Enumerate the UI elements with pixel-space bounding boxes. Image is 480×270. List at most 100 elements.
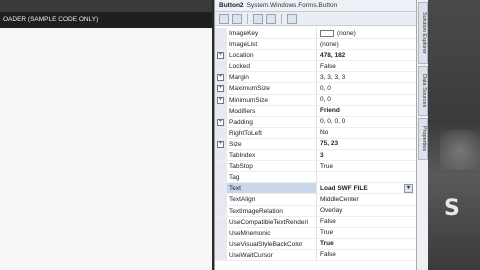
property-value[interactable]: 0, 0, 0, 0 bbox=[317, 117, 416, 127]
form-client-area[interactable] bbox=[0, 28, 212, 270]
property-gutter bbox=[215, 61, 227, 72]
property-value[interactable]: MiddleCenter bbox=[317, 194, 416, 204]
property-gutter: + bbox=[215, 116, 227, 127]
property-gutter bbox=[215, 194, 227, 205]
property-value[interactable]: 0, 0 bbox=[317, 95, 416, 105]
property-gutter bbox=[215, 249, 227, 260]
property-value[interactable]: 75, 23 bbox=[317, 139, 416, 149]
property-value[interactable] bbox=[317, 172, 416, 182]
expand-icon[interactable]: + bbox=[217, 74, 224, 82]
property-name: UseMnemonic bbox=[227, 227, 317, 238]
expand-icon[interactable]: + bbox=[217, 140, 224, 148]
desktop-background: S bbox=[428, 0, 480, 270]
property-name: Location bbox=[227, 50, 317, 61]
property-value[interactable]: False bbox=[317, 250, 416, 260]
property-row[interactable]: TabIndex 3 bbox=[215, 150, 416, 162]
alphabetical-icon[interactable] bbox=[232, 13, 242, 24]
property-value[interactable]: 0, 0 bbox=[317, 83, 416, 93]
property-row[interactable]: UseVisualStyleBackColor True bbox=[215, 238, 416, 250]
property-value[interactable]: False bbox=[317, 217, 416, 227]
object-selector[interactable]: Button2 System.Windows.Forms.Button bbox=[215, 0, 416, 12]
object-name: Button2 bbox=[219, 2, 244, 9]
property-name: Text bbox=[227, 183, 317, 194]
properties-window: Button2 System.Windows.Forms.Button Imag… bbox=[214, 0, 416, 270]
dock-tab-data-sources[interactable]: Data Sources bbox=[418, 66, 428, 116]
property-value-text: 0, 0 bbox=[320, 96, 331, 104]
property-row[interactable]: TabStop True bbox=[215, 161, 416, 173]
properties-icon[interactable] bbox=[253, 13, 263, 24]
property-row[interactable]: RightToLeft No bbox=[215, 127, 416, 139]
property-gutter bbox=[215, 39, 227, 50]
property-row[interactable]: + Size 75, 23 bbox=[215, 138, 416, 151]
property-gutter: + bbox=[215, 72, 227, 83]
property-name: Padding bbox=[227, 116, 317, 127]
property-row[interactable]: UseMnemonic True bbox=[215, 227, 416, 239]
property-gutter: + bbox=[215, 94, 227, 105]
expand-icon[interactable]: + bbox=[217, 85, 224, 93]
property-name: TabIndex bbox=[227, 150, 317, 161]
property-name: MaximumSize bbox=[227, 83, 317, 94]
property-value-text: 0, 0 bbox=[320, 85, 331, 93]
property-row[interactable]: + Location 478, 182 bbox=[215, 50, 416, 62]
property-gutter bbox=[215, 28, 227, 39]
property-name: TabStop bbox=[227, 161, 317, 172]
property-row[interactable]: + MaximumSize 0, 0 bbox=[215, 83, 416, 95]
property-row[interactable]: Locked False bbox=[215, 61, 416, 73]
designer-surface: OADER (SAMPLE CODE ONLY) bbox=[0, 0, 212, 270]
property-value[interactable]: 3 bbox=[317, 150, 416, 160]
property-row[interactable]: + MinimumSize 0, 0 bbox=[215, 94, 416, 106]
property-value-text: (none) bbox=[337, 29, 356, 37]
property-value[interactable]: False bbox=[317, 61, 416, 71]
property-gutter bbox=[215, 150, 227, 161]
property-name: UseWaitCursor bbox=[227, 249, 317, 260]
expand-icon[interactable]: + bbox=[217, 118, 224, 126]
property-value[interactable]: True bbox=[317, 228, 416, 238]
desktop-glow bbox=[440, 130, 480, 170]
property-row[interactable]: ImageList (none) bbox=[215, 39, 416, 51]
property-row[interactable]: UseCompatibleTextRenderi False bbox=[215, 216, 416, 228]
property-value[interactable]: Load SWF FILE ▾ bbox=[317, 183, 416, 194]
toolbar-separator bbox=[281, 13, 282, 24]
property-value[interactable]: 478, 182 bbox=[317, 50, 416, 60]
property-value-text: False bbox=[320, 251, 336, 259]
expand-icon[interactable]: + bbox=[217, 96, 224, 104]
property-gutter bbox=[215, 127, 227, 138]
property-value[interactable]: (none) bbox=[317, 28, 416, 38]
property-row[interactable]: TextImageRelation Overlay bbox=[215, 205, 416, 217]
property-name: Margin bbox=[227, 72, 317, 83]
expand-icon[interactable]: + bbox=[217, 52, 224, 60]
events-icon[interactable] bbox=[266, 13, 276, 24]
property-value[interactable]: (none) bbox=[317, 39, 416, 49]
property-gutter bbox=[215, 216, 227, 227]
object-type: System.Windows.Forms.Button bbox=[246, 2, 338, 9]
property-row[interactable]: + Padding 0, 0, 0, 0 bbox=[215, 116, 416, 128]
property-value[interactable]: Overlay bbox=[317, 206, 416, 216]
dock-tab-solution-explorer[interactable]: Solution Explorer bbox=[418, 2, 428, 64]
property-name: Tag bbox=[227, 172, 317, 183]
property-gutter: + bbox=[215, 50, 227, 61]
property-value[interactable]: True bbox=[317, 161, 416, 171]
property-value[interactable]: 3, 3, 3, 3 bbox=[317, 72, 416, 82]
property-row[interactable]: Text Load SWF FILE ▾ bbox=[215, 183, 416, 195]
property-row[interactable]: Modifiers Friend bbox=[215, 105, 416, 117]
property-name: MinimumSize bbox=[227, 94, 317, 105]
property-value-text: True bbox=[320, 162, 334, 170]
categorized-icon[interactable] bbox=[219, 13, 229, 24]
property-row[interactable]: TextAlign MiddleCenter bbox=[215, 194, 416, 206]
property-value-text: Load SWF FILE bbox=[320, 184, 368, 192]
property-row[interactable]: ImageKey (none) bbox=[215, 28, 416, 40]
property-value[interactable]: Friend bbox=[317, 106, 416, 116]
property-row[interactable]: UseWaitCursor False bbox=[215, 249, 416, 261]
property-name: TextImageRelation bbox=[227, 205, 317, 216]
property-gutter bbox=[215, 227, 227, 238]
dropdown-arrow-icon[interactable]: ▾ bbox=[404, 184, 413, 194]
property-value[interactable]: No bbox=[317, 128, 416, 138]
property-gutter bbox=[215, 205, 227, 216]
property-value[interactable]: True bbox=[317, 239, 416, 249]
property-row[interactable]: Tag bbox=[215, 172, 416, 184]
property-name: Modifiers bbox=[227, 105, 317, 116]
property-value-text: MiddleCenter bbox=[320, 195, 359, 203]
property-row[interactable]: + Margin 3, 3, 3, 3 bbox=[215, 72, 416, 84]
dock-tab-properties[interactable]: Properties bbox=[418, 118, 428, 160]
property-pages-icon[interactable] bbox=[287, 13, 297, 24]
